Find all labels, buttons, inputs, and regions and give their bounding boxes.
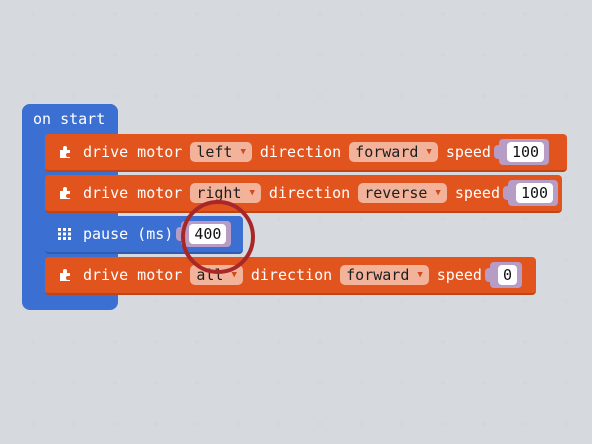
direction-text: direction (250, 266, 333, 284)
direction-dropdown-value: forward (346, 266, 410, 284)
speed-value-input[interactable]: 0 (497, 265, 517, 285)
drive-motor-right-block[interactable]: drive motor right ▼ direction reverse ▼ … (45, 175, 562, 213)
caret-down-icon: ▼ (417, 270, 423, 280)
caret-down-icon: ▼ (240, 147, 246, 157)
value-slot-tab (493, 145, 501, 159)
direction-text: direction (268, 184, 351, 202)
direction-text: direction (259, 143, 342, 161)
drive-motor-text: drive motor (83, 184, 183, 202)
value-slot-tab (484, 268, 492, 282)
speed-text: speed (436, 266, 482, 284)
value-slot-tab (503, 186, 510, 200)
drive-motor-text: drive motor (83, 266, 183, 284)
drive-motor-all-block[interactable]: drive motor all ▼ direction forward ▼ sp… (45, 257, 536, 295)
puzzle-icon (57, 185, 73, 201)
motor-dropdown-value: left (196, 143, 233, 161)
caret-down-icon: ▼ (249, 188, 255, 198)
on-start-label: on start (33, 110, 106, 128)
direction-dropdown-value: forward (355, 143, 419, 161)
puzzle-icon (57, 267, 73, 283)
puzzle-icon (57, 144, 73, 160)
direction-dropdown[interactable]: reverse ▼ (358, 183, 447, 203)
speed-value-slot[interactable]: 100 (493, 139, 550, 165)
direction-dropdown[interactable]: forward ▼ (349, 142, 438, 162)
highlight-circle (181, 200, 255, 274)
speed-text: speed (445, 143, 491, 161)
pause-text: pause (ms) (83, 225, 174, 243)
caret-down-icon: ▼ (426, 147, 432, 157)
caret-down-icon: ▼ (435, 188, 441, 198)
workspace-canvas[interactable]: on start drive motor left ▼ direction fo… (0, 0, 592, 444)
caret-down-icon: ▼ (231, 270, 237, 280)
speed-value-slot[interactable]: 0 (484, 262, 522, 288)
grid-icon (57, 226, 73, 242)
direction-dropdown[interactable]: forward ▼ (340, 265, 429, 285)
drive-motor-text: drive motor (83, 143, 183, 161)
drive-motor-left-block[interactable]: drive motor left ▼ direction forward ▼ s… (45, 134, 567, 172)
motor-dropdown[interactable]: left ▼ (190, 142, 252, 162)
speed-value-input[interactable]: 100 (506, 142, 545, 162)
direction-dropdown-value: reverse (364, 184, 428, 202)
speed-value-slot[interactable]: 100 (503, 180, 559, 206)
speed-value-input[interactable]: 100 (516, 183, 554, 203)
speed-text: speed (454, 184, 500, 202)
